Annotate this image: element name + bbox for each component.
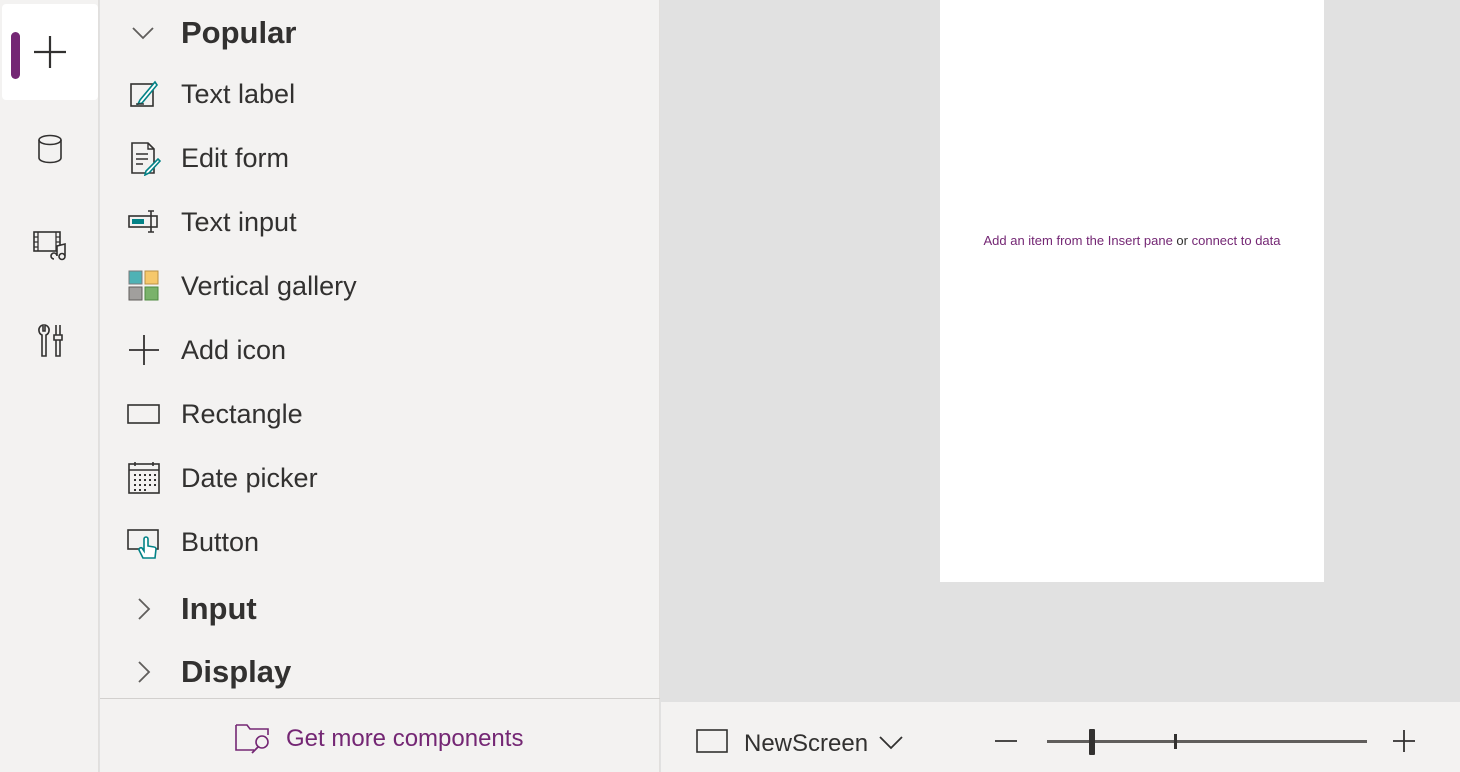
button-icon [127, 529, 159, 559]
item-label: Date picker [181, 462, 318, 493]
section-title: Popular [181, 15, 297, 50]
hint-or-text: or [1176, 233, 1188, 248]
app-screen[interactable]: Add an item from the Insert pane or conn… [940, 0, 1324, 582]
item-label: Add icon [181, 334, 287, 365]
chevron-down-icon[interactable] [877, 728, 905, 756]
item-label: Button [181, 526, 260, 557]
vertical-gallery-icon [128, 270, 159, 301]
chevron-right-icon [138, 598, 151, 620]
item-label: Vertical gallery [181, 270, 357, 301]
rectangle-icon [127, 404, 160, 424]
insert-item-button[interactable]: Button [100, 513, 660, 571]
plus-icon [34, 36, 66, 68]
zoom-default-tick [1174, 734, 1177, 749]
canvas-area[interactable]: Add an item from the Insert pane or conn… [661, 0, 1460, 702]
insert-item-vertical-gallery[interactable]: Vertical gallery [100, 257, 660, 315]
text-input-icon [128, 210, 158, 233]
item-label: Edit form [181, 142, 290, 173]
section-title: Display [181, 654, 292, 689]
left-rail [0, 0, 99, 772]
zoom-in-icon[interactable] [1389, 726, 1419, 756]
add-icon [129, 335, 159, 365]
section-input-header[interactable]: Input [100, 585, 660, 633]
chevron-down-icon [132, 27, 154, 40]
rail-tools-button[interactable] [2, 293, 98, 389]
section-title: Input [181, 591, 257, 626]
insert-item-edit-form[interactable]: Edit form [100, 129, 660, 187]
section-display-header[interactable]: Display [100, 648, 660, 696]
tools-icon [38, 324, 63, 357]
insert-pane-link[interactable]: Add an item from the Insert pane [983, 233, 1172, 248]
insert-item-rectangle[interactable]: Rectangle [100, 385, 660, 443]
zoom-slider[interactable] [1047, 740, 1367, 743]
media-icon [33, 231, 66, 261]
zoom-slider-thumb[interactable] [1089, 729, 1095, 755]
get-more-components-label: Get more components [286, 725, 524, 752]
section-popular-header[interactable]: Popular [100, 9, 660, 57]
item-label: Rectangle [181, 398, 303, 429]
status-bar: NewScreen [661, 702, 1460, 772]
get-more-components-button[interactable]: Get more components [100, 698, 660, 772]
edit-form-icon [131, 142, 162, 176]
rail-insert-button[interactable] [2, 4, 98, 100]
chevron-right-icon [138, 661, 151, 683]
rail-media-button[interactable] [2, 197, 98, 293]
text-label-icon [130, 80, 158, 107]
insert-item-date-picker[interactable]: Date picker [100, 449, 660, 507]
date-picker-icon [128, 462, 160, 494]
connect-to-data-link[interactable]: connect to data [1192, 233, 1281, 248]
empty-screen-hint: Add an item from the Insert pane or conn… [940, 233, 1324, 248]
zoom-out-icon[interactable] [991, 726, 1021, 756]
item-label: Text input [181, 206, 297, 237]
active-indicator [11, 32, 20, 79]
insert-item-text-label[interactable]: Text label [100, 65, 660, 123]
insert-pane: Popular Text label Edit form Text input [100, 0, 660, 772]
database-icon [38, 134, 62, 164]
item-label: Text label [181, 78, 296, 109]
screen-icon [696, 729, 728, 753]
insert-item-text-input[interactable]: Text input [100, 193, 660, 251]
rail-data-button[interactable] [2, 101, 98, 197]
screen-selector-label[interactable]: NewScreen [744, 730, 868, 758]
insert-item-add-icon[interactable]: Add icon [100, 321, 660, 379]
folder-search-icon [235, 724, 269, 754]
